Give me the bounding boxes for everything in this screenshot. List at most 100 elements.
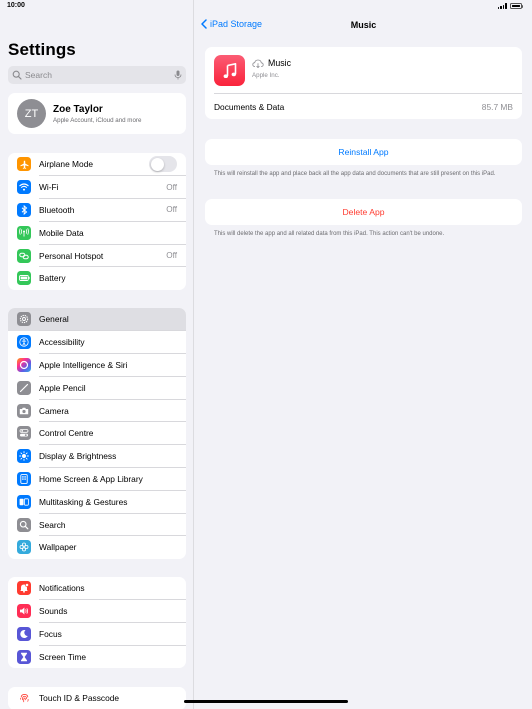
sidebar-item-label: Sounds xyxy=(39,606,68,617)
sidebar-item-focus[interactable]: Focus xyxy=(8,623,186,646)
sidebar-item-airplane-mode[interactable]: Airplane Mode xyxy=(8,153,186,176)
sidebar-item-notifications[interactable]: Notifications xyxy=(8,577,186,600)
wifi-status: Off xyxy=(166,182,177,192)
gear-icon xyxy=(17,312,31,327)
sidebar-item-multitasking[interactable]: Multitasking & Gestures xyxy=(8,490,186,513)
pencil-icon xyxy=(17,380,31,395)
sidebar-item-home-screen[interactable]: Home Screen & App Library xyxy=(8,468,186,491)
sidebar-item-mobile-data[interactable]: Mobile Data xyxy=(8,221,186,244)
airplane-icon xyxy=(17,157,31,172)
connectivity-group: Airplane Mode Wi-Fi Off Bluetooth Off Mo… xyxy=(8,153,186,290)
sidebar-item-bluetooth[interactable]: Bluetooth Off xyxy=(8,199,186,222)
sidebar-item-display-brightness[interactable]: Display & Brightness xyxy=(8,445,186,468)
sidebar-title: Settings xyxy=(8,40,76,59)
app-name-row: Music xyxy=(252,58,291,68)
sidebar-item-apple-pencil[interactable]: Apple Pencil xyxy=(8,376,186,399)
wallpaper-icon xyxy=(17,540,31,555)
sidebar-item-camera[interactable]: Camera xyxy=(8,399,186,422)
sidebar-item-label: Touch ID & Passcode xyxy=(39,693,120,704)
battery-status-icon xyxy=(510,3,523,9)
system-group: General Accessibility Apple Intelligence… xyxy=(8,308,186,559)
sidebar-item-label: Bluetooth xyxy=(39,204,75,215)
sidebar-item-label: Display & Brightness xyxy=(39,451,117,462)
search-bar[interactable] xyxy=(8,66,186,84)
profile-card[interactable]: ZT Zoe Taylor Apple Account, iCloud and … xyxy=(8,93,186,134)
siri-icon xyxy=(17,357,31,372)
security-group: Touch ID & Passcode xyxy=(8,687,186,709)
sidebar-item-label: Search xyxy=(39,519,66,530)
sidebar-item-label: Personal Hotspot xyxy=(39,250,104,261)
hotspot-status: Off xyxy=(166,251,177,261)
documents-data-label: Documents & Data xyxy=(214,102,285,112)
sidebar-item-label: Battery xyxy=(39,273,66,284)
status-bar: 10:00 xyxy=(0,0,532,14)
documents-data-value: 85.7 MB xyxy=(481,102,513,112)
sidebar-item-search[interactable]: Search xyxy=(8,513,186,536)
sidebar-item-wallpaper[interactable]: Wallpaper xyxy=(8,536,186,559)
sidebar-item-label: Home Screen & App Library xyxy=(39,473,143,484)
settings-sidebar: Settings ZT Zoe Taylor Apple Account, iC… xyxy=(0,0,194,709)
sidebar-item-screen-time[interactable]: Screen Time xyxy=(8,645,186,668)
avatar: ZT xyxy=(17,99,46,128)
search-input[interactable] xyxy=(25,70,174,80)
control-centre-icon xyxy=(17,426,31,441)
accessibility-icon xyxy=(17,335,31,350)
sidebar-item-label: Screen Time xyxy=(39,651,87,662)
app-info-card: Music Apple Inc. Documents & Data 85.7 M… xyxy=(205,47,522,119)
sidebar-item-label: Apple Pencil xyxy=(39,382,86,393)
delete-app-button[interactable]: Delete App xyxy=(205,199,522,225)
profile-name: Zoe Taylor xyxy=(53,103,103,115)
hotspot-icon xyxy=(17,248,31,263)
status-time: 10:00 xyxy=(7,2,25,9)
sidebar-item-label: Accessibility xyxy=(39,337,85,348)
reinstall-app-button[interactable]: Reinstall App xyxy=(205,139,522,165)
sidebar-item-control-centre[interactable]: Control Centre xyxy=(8,422,186,445)
sidebar-item-label: Control Centre xyxy=(39,428,94,439)
sidebar-item-accessibility[interactable]: Accessibility xyxy=(8,331,186,354)
wifi-icon xyxy=(17,180,31,195)
bell-icon xyxy=(17,581,31,596)
sidebar-item-battery[interactable]: Battery xyxy=(8,267,186,290)
search-icon xyxy=(12,70,22,80)
sidebar-item-label: Wallpaper xyxy=(39,542,77,553)
sidebar-item-label: Notifications xyxy=(39,583,85,594)
sidebar-item-label: Airplane Mode xyxy=(39,159,94,170)
sidebar-item-personal-hotspot[interactable]: Personal Hotspot Off xyxy=(8,244,186,267)
sidebar-item-general[interactable]: General xyxy=(8,308,186,331)
app-vendor: Apple Inc. xyxy=(252,72,280,79)
home-screen-icon xyxy=(17,471,31,486)
search-icon xyxy=(17,517,31,532)
status-icons xyxy=(497,3,523,9)
camera-icon xyxy=(17,403,31,418)
sidebar-item-wifi[interactable]: Wi-Fi Off xyxy=(8,176,186,199)
profile-subtitle: Apple Account, iCloud and more xyxy=(53,116,142,124)
sidebar-item-touch-id-passcode[interactable]: Touch ID & Passcode xyxy=(8,687,186,709)
delete-note: This will delete the app and all related… xyxy=(214,231,445,237)
notifications-group: Notifications Sounds Focus Screen Time xyxy=(8,577,186,669)
speaker-icon xyxy=(17,604,31,619)
sidebar-item-label: Multitasking & Gestures xyxy=(39,496,128,507)
page-title: Music xyxy=(350,20,377,30)
multitasking-icon xyxy=(17,494,31,509)
airplane-mode-toggle[interactable] xyxy=(149,156,177,173)
fingerprint-icon xyxy=(17,691,31,706)
hourglass-icon xyxy=(17,649,31,664)
bluetooth-status: Off xyxy=(166,205,177,215)
sidebar-item-label: Apple Intelligence & Siri xyxy=(39,359,128,370)
sidebar-item-label: Wi-Fi xyxy=(39,182,59,193)
microphone-icon[interactable] xyxy=(174,70,182,80)
reinstall-note: This will reinstall the app and place ba… xyxy=(214,171,496,177)
moon-icon xyxy=(17,626,31,641)
music-app-icon xyxy=(214,55,245,86)
bluetooth-icon xyxy=(17,202,31,217)
cloud-download-icon xyxy=(252,59,264,68)
sidebar-item-apple-intelligence-siri[interactable]: Apple Intelligence & Siri xyxy=(8,354,186,377)
signal-icon xyxy=(497,3,507,9)
app-name: Music xyxy=(268,58,291,68)
sidebar-item-label: Focus xyxy=(39,628,62,639)
home-indicator[interactable] xyxy=(184,700,348,703)
antenna-icon xyxy=(17,225,31,240)
sidebar-item-sounds[interactable]: Sounds xyxy=(8,600,186,623)
sidebar-item-label: Mobile Data xyxy=(39,227,84,238)
divider xyxy=(214,93,522,94)
